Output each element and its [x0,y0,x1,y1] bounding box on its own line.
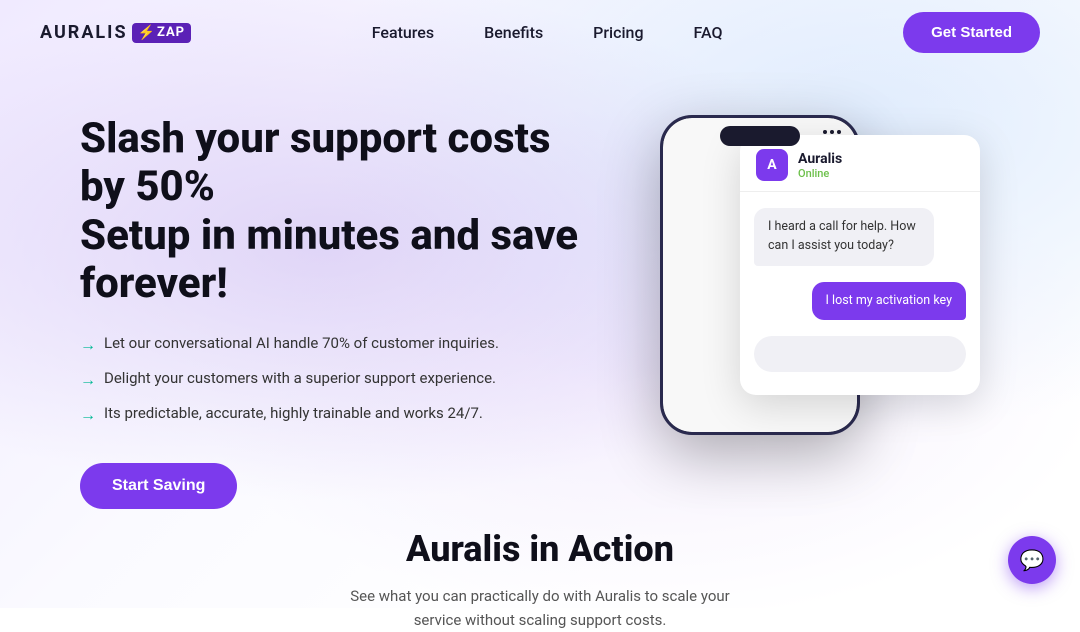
chat-card: A Auralis Online I heard a call for help… [740,135,980,395]
navbar: AURALIS ⚡ ZAP Features Benefits Pricing … [0,0,1080,65]
chat-identity: Auralis Online [798,151,842,180]
status-dot-2 [830,130,834,134]
zap-lightning-icon: ⚡ [138,25,155,41]
arrow-icon-3: → [80,403,96,427]
arrow-icon-1: → [80,333,96,357]
nav-links: Features Benefits Pricing FAQ [372,23,723,42]
nav-pricing[interactable]: Pricing [593,23,643,42]
bottom-subtitle: See what you can practically do with Aur… [350,584,730,632]
status-dot-3 [837,130,841,134]
bottom-section: Auralis in Action See what you can pract… [0,488,1080,632]
chat-input-bar[interactable] [754,336,966,372]
status-dot-1 [823,130,827,134]
hero-title-line2: Setup in minutes and save forever! [80,211,578,308]
fab-chat-button[interactable]: 💬 [1008,536,1056,584]
logo: AURALIS ⚡ ZAP [40,22,191,43]
nav-benefits[interactable]: Benefits [484,23,543,42]
bullet-1-text: Let our conversational AI handle 70% of … [104,332,499,355]
bullet-3: → Its predictable, accurate, highly trai… [80,402,580,427]
chat-bot-status: Online [798,167,842,180]
hero-content: Slash your support costs by 50% Setup in… [80,105,580,509]
phone-notch [720,126,800,146]
nav-faq[interactable]: FAQ [694,23,723,42]
bot-message: I heard a call for help. How can I assis… [754,208,934,266]
user-message: I lost my activation key [812,282,966,321]
logo-text: AURALIS [40,22,128,43]
nav-features[interactable]: Features [372,23,434,42]
fab-chat-icon: 💬 [1020,548,1045,572]
chat-messages: I heard a call for help. How can I assis… [740,192,980,336]
chat-avatar: A [756,149,788,181]
hero-section: Slash your support costs by 50% Setup in… [0,65,1080,488]
arrow-icon-2: → [80,368,96,392]
bullet-2-text: Delight your customers with a superior s… [104,367,496,390]
get-started-button[interactable]: Get Started [903,12,1040,53]
bullet-2: → Delight your customers with a superior… [80,367,580,392]
chat-bot-name: Auralis [798,151,842,167]
hero-title: Slash your support costs by 50% Setup in… [80,115,580,308]
phone-status-dots [823,130,841,134]
logo-zap-badge: ⚡ ZAP [132,23,192,43]
chat-avatar-letter: A [767,157,776,173]
bullet-3-text: Its predictable, accurate, highly traina… [104,402,483,425]
hero-visual: A Auralis Online I heard a call for help… [580,105,1000,425]
hero-title-line1: Slash your support costs by 50% [80,114,551,211]
hero-bullets: → Let our conversational AI handle 70% o… [80,332,580,427]
bullet-1: → Let our conversational AI handle 70% o… [80,332,580,357]
bottom-title: Auralis in Action [0,528,1080,570]
logo-zap-text: ZAP [157,25,185,40]
